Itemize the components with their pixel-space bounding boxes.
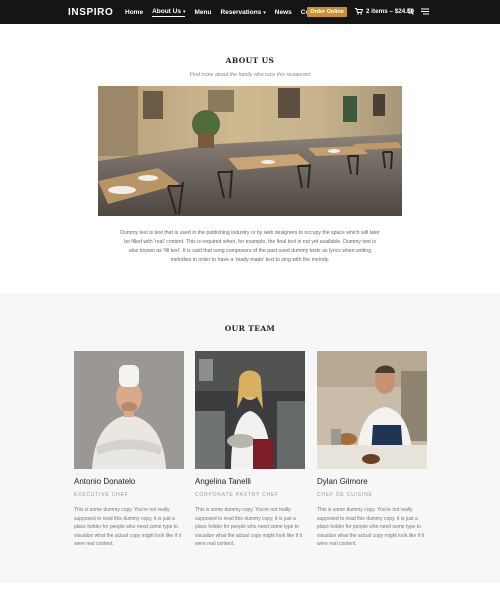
member-bio: This is some dummy copy. You're not real…: [195, 507, 302, 548]
chevron-down-icon: ▾: [182, 8, 186, 15]
member-role: CHEF DE CUISINE: [317, 492, 373, 498]
nav-home[interactable]: Home: [125, 9, 143, 16]
order-online-button[interactable]: Order Online: [307, 7, 347, 17]
team-card: Antonio Donatelo EXECUTIVE CHEF This is …: [74, 351, 184, 549]
nav-menu[interactable]: Menu: [194, 9, 211, 16]
team-title: OUR TEAM: [224, 324, 276, 333]
about-subtitle: Find more about the family who runs this…: [189, 72, 311, 78]
nav-news[interactable]: News: [275, 9, 292, 16]
top-navigation-bar: INSPIRO Home About Us ▾ Menu Reservations…: [0, 0, 500, 24]
cart-summary[interactable]: 2 items – $24.50: [355, 8, 414, 15]
chevron-down-icon: ▾: [263, 9, 266, 16]
hamburger-menu-icon[interactable]: [421, 8, 429, 15]
site-logo[interactable]: INSPIRO: [68, 7, 113, 18]
page-footer-strip: [0, 583, 500, 600]
cart-icon: [355, 8, 363, 15]
member-bio: This is some dummy copy. You're not real…: [74, 507, 181, 548]
member-name: Angelina Tanelli: [195, 477, 251, 486]
restaurant-patio-photo: [98, 86, 402, 216]
member-name: Antonio Donatelo: [74, 477, 136, 486]
main-nav: Home About Us▾ Menu Reservations▾ News C…: [125, 8, 334, 17]
nav-about-us[interactable]: About Us ▾: [152, 8, 186, 17]
nav-label: Home: [125, 9, 144, 16]
about-body-text: Dummy text is text that is used in the p…: [120, 230, 380, 263]
nav-label: Menu: [194, 9, 212, 16]
about-title: ABOUT US: [225, 56, 275, 65]
member-bio: This is some dummy copy. You're not real…: [317, 507, 424, 548]
search-icon[interactable]: [407, 8, 414, 15]
member-role: EXECUTIVE CHEF: [74, 492, 129, 498]
nav-label: Reservations: [220, 9, 262, 16]
chef-cooking-photo: [317, 351, 427, 469]
team-card: Angelina Tanelli CORPORATE PASTRY CHEF T…: [195, 351, 305, 549]
member-name: Dylan Gilmore: [317, 477, 368, 486]
chef-portrait-photo: [74, 351, 184, 469]
nav-reservations[interactable]: Reservations ▾: [220, 9, 265, 16]
pastry-chef-photo: [195, 351, 305, 469]
team-card: Dylan Gilmore CHEF DE CUISINE This is so…: [317, 351, 427, 549]
member-role: CORPORATE PASTRY CHEF: [195, 492, 279, 498]
nav-label: News: [274, 9, 292, 16]
nav-label: About Us: [152, 8, 181, 15]
